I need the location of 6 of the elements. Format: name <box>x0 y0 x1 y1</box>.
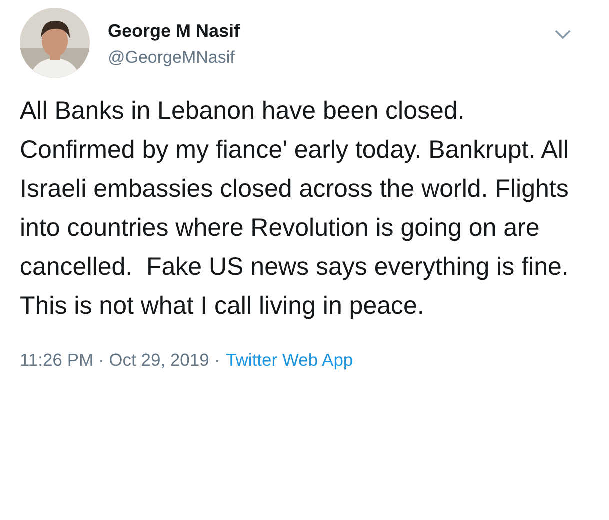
chevron-down-icon[interactable] <box>555 30 571 40</box>
tweet-text: All Banks in Lebanon have been closed. Confirmed by my fiance' early today. Bankrupt. All Israeli embassies closed across the world. Flights into countries where Revolution is going on are cancelled. Fake US news says everything is fine. This is not what I call living in peace. <box>20 96 570 322</box>
source-link[interactable]: Twitter Web App <box>226 350 354 371</box>
author-name[interactable]: George M Nasif <box>108 21 537 42</box>
tweet-timestamp: 11:26 PM · Oct 29, 2019 · <box>20 350 220 371</box>
author-handle[interactable]: @GeorgeMNasif <box>108 48 537 68</box>
